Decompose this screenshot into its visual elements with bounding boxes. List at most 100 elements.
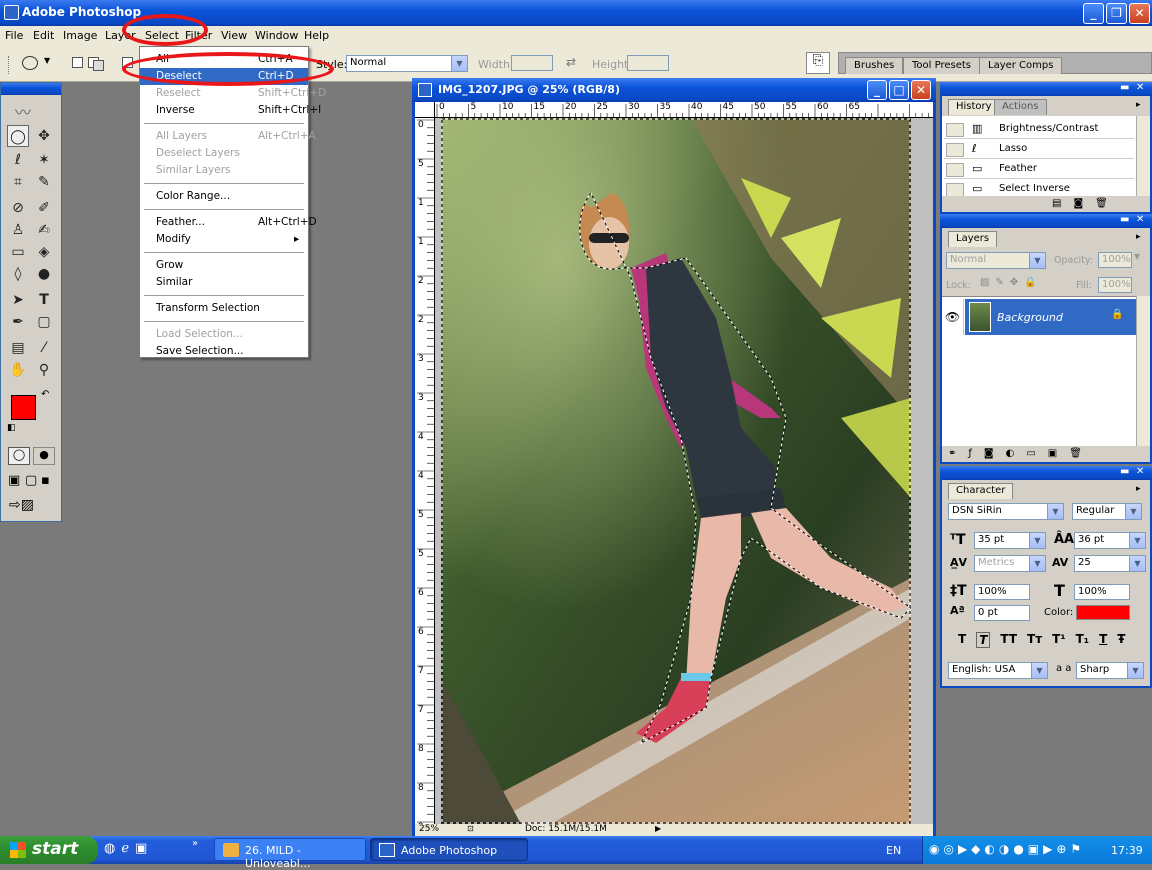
ruler-origin[interactable] — [415, 102, 435, 118]
brush-tool-icon[interactable]: ✐ — [33, 197, 55, 219]
elliptical-marquee-icon[interactable] — [22, 56, 38, 70]
menu-item-inverse[interactable]: Inverse Shift+Ctrl+I — [140, 102, 321, 119]
layer-row-background[interactable]: Background 🔒 — [965, 299, 1136, 335]
canvas[interactable] — [435, 118, 933, 824]
magic-wand-tool-icon[interactable]: ✶ — [33, 149, 55, 171]
underline-button[interactable]: T — [1099, 632, 1107, 648]
history-footer-icons[interactable]: ▤◙🗑 — [1052, 198, 1120, 209]
menu-file[interactable]: File — [5, 29, 23, 42]
panel-menu-icon[interactable]: ▸ — [1136, 484, 1141, 494]
default-colors-icon[interactable]: ◧ — [7, 423, 16, 433]
menu-item-save-selection[interactable]: Save Selection... — [140, 343, 308, 360]
history-item[interactable]: ▭ Select Inverse — [944, 180, 1134, 196]
quick-launch-more-icon[interactable]: » — [192, 838, 198, 849]
panel-close-icon[interactable]: ✕ — [1136, 466, 1144, 477]
screen-mode-full-icon[interactable]: ▪ — [41, 473, 50, 488]
history-item[interactable]: ℓ Lasso — [944, 140, 1134, 159]
kerning-select[interactable]: Metrics ▼ — [974, 555, 1046, 572]
swap-colors-icon[interactable]: ↶ — [41, 389, 49, 400]
pen-tool-icon[interactable]: ✒ — [7, 311, 29, 333]
standard-mode-icon[interactable]: ◯ — [8, 447, 30, 465]
superscript-button[interactable]: T¹ — [1052, 632, 1065, 648]
lock-icons[interactable]: ▨✎✥🔒 — [980, 277, 1043, 288]
clone-stamp-tool-icon[interactable]: ♙ — [7, 219, 29, 241]
layers-scrollbar[interactable] — [1136, 296, 1150, 446]
faux-italic-button[interactable]: T — [976, 632, 991, 648]
marquee-tool-icon[interactable]: ◯ — [7, 125, 29, 147]
healing-brush-tool-icon[interactable]: ⊘ — [7, 197, 29, 219]
file-browser-icon[interactable]: ⎘ — [806, 52, 830, 74]
tab-history[interactable]: History — [948, 99, 1000, 115]
panel-minimize-icon[interactable]: ▬ — [1120, 214, 1129, 225]
vertical-scale-field[interactable]: 100% — [974, 584, 1030, 600]
panel-minimize-icon[interactable]: ▬ — [1120, 466, 1129, 477]
panel-minimize-icon[interactable]: ▬ — [1120, 82, 1129, 93]
history-scrollbar[interactable] — [1136, 116, 1150, 196]
opacity-field[interactable]: 100% — [1098, 252, 1132, 268]
screen-mode-standard-icon[interactable]: ▣ — [8, 473, 20, 488]
menu-edit[interactable]: Edit — [33, 29, 54, 42]
tab-layers[interactable]: Layers — [948, 231, 998, 247]
leading-select[interactable]: 36 pt ▼ — [1074, 532, 1146, 549]
status-menu-arrow-icon[interactable]: ▶ — [655, 824, 661, 833]
menu-item-feather[interactable]: Feather... Alt+Ctrl+D — [140, 214, 317, 231]
menu-item-grow[interactable]: Grow — [140, 257, 308, 274]
baseline-shift-field[interactable]: 0 pt — [974, 605, 1030, 621]
eraser-tool-icon[interactable]: ▭ — [7, 241, 29, 263]
tab-actions[interactable]: Actions — [994, 99, 1047, 115]
layers-footer-icons[interactable]: ⚭ƒ◙◐▭▣🗑 — [948, 448, 1094, 459]
style-select[interactable]: Normal ▼ — [346, 55, 468, 72]
paint-bucket-tool-icon[interactable]: ◈ — [33, 241, 55, 263]
eye-visibility-icon[interactable]: 👁 — [942, 299, 964, 335]
horizontal-scale-field[interactable]: 100% — [1074, 584, 1130, 600]
minimize-button[interactable]: _ — [1083, 3, 1104, 24]
menu-item-transform-selection[interactable]: Transform Selection — [140, 300, 308, 317]
taskbar-item-photoshop[interactable]: Adobe Photoshop — [370, 838, 528, 861]
eyedropper-tool-icon[interactable]: ⁄ — [33, 337, 55, 359]
close-button[interactable]: ✕ — [1129, 3, 1150, 24]
all-caps-button[interactable]: TT — [1000, 632, 1017, 648]
tab-tool-presets[interactable]: Tool Presets — [903, 57, 980, 74]
small-caps-button[interactable]: Tт — [1027, 632, 1042, 648]
ruler-vertical[interactable]: 05112233445566778899 — [415, 118, 435, 824]
crop-tool-icon[interactable]: ⌗ — [7, 171, 29, 193]
panel-menu-icon[interactable]: ▸ — [1136, 100, 1141, 110]
language-indicator[interactable]: EN — [886, 844, 901, 857]
hand-tool-icon[interactable]: ✋ — [7, 359, 29, 381]
taskbar-item-music[interactable]: 26. MILD - Unloveabl... — [214, 838, 366, 870]
dodge-tool-icon[interactable]: ● — [33, 263, 55, 285]
language-select[interactable]: English: USA ▼ — [948, 662, 1048, 679]
foreground-color-swatch[interactable] — [11, 395, 36, 420]
text-color-swatch[interactable] — [1076, 605, 1130, 620]
faux-bold-button[interactable]: T — [958, 632, 966, 648]
subscript-button[interactable]: T₁ — [1076, 632, 1089, 648]
jump-to-imageready-icon[interactable]: ⇨▨ — [9, 497, 34, 513]
tray-icons[interactable]: ◉◎▶◆◐◑●▣▶⊕⚑ — [929, 842, 1085, 856]
menu-item-modify[interactable]: Modify ▸ — [140, 231, 308, 248]
font-family-select[interactable]: DSN SiRin ▼ — [948, 503, 1064, 520]
strikethrough-button[interactable]: Ŧ — [1117, 632, 1125, 648]
font-size-select[interactable]: 35 pt ▼ — [974, 532, 1046, 549]
tool-preset-arrow-icon[interactable]: ▼ — [44, 56, 50, 65]
restore-button[interactable]: ❐ — [1106, 3, 1127, 24]
history-item[interactable]: ▭ Feather — [944, 160, 1134, 179]
lasso-tool-icon[interactable]: ℓ — [7, 149, 29, 171]
tracking-select[interactable]: 25 ▼ — [1074, 555, 1146, 572]
menu-item-similar[interactable]: Similar — [140, 274, 308, 291]
ruler-horizontal[interactable]: 0 5 10 15 20 25 30 35 40 45 50 55 60 65 — [435, 102, 933, 118]
path-selection-tool-icon[interactable]: ➤ — [7, 289, 29, 311]
fill-field[interactable]: 100% — [1098, 277, 1132, 293]
menu-window[interactable]: Window — [255, 29, 298, 42]
history-item[interactable]: ▥ Brightness/Contrast — [944, 120, 1134, 139]
move-tool-icon[interactable]: ✥ — [33, 125, 55, 147]
menu-view[interactable]: View — [221, 29, 247, 42]
tab-layer-comps[interactable]: Layer Comps — [979, 57, 1063, 74]
tab-character[interactable]: Character — [948, 483, 1014, 499]
quick-mask-mode-icon[interactable]: ● — [33, 447, 55, 465]
menu-help[interactable]: Help — [304, 29, 329, 42]
new-selection-icon[interactable] — [72, 57, 83, 68]
start-button[interactable]: start — [0, 836, 98, 864]
opacity-arrow-icon[interactable]: ▼ — [1134, 252, 1140, 261]
quick-launch-icons[interactable]: ◍ℯ▣ — [104, 841, 153, 856]
panel-close-icon[interactable]: ✕ — [1136, 214, 1144, 225]
